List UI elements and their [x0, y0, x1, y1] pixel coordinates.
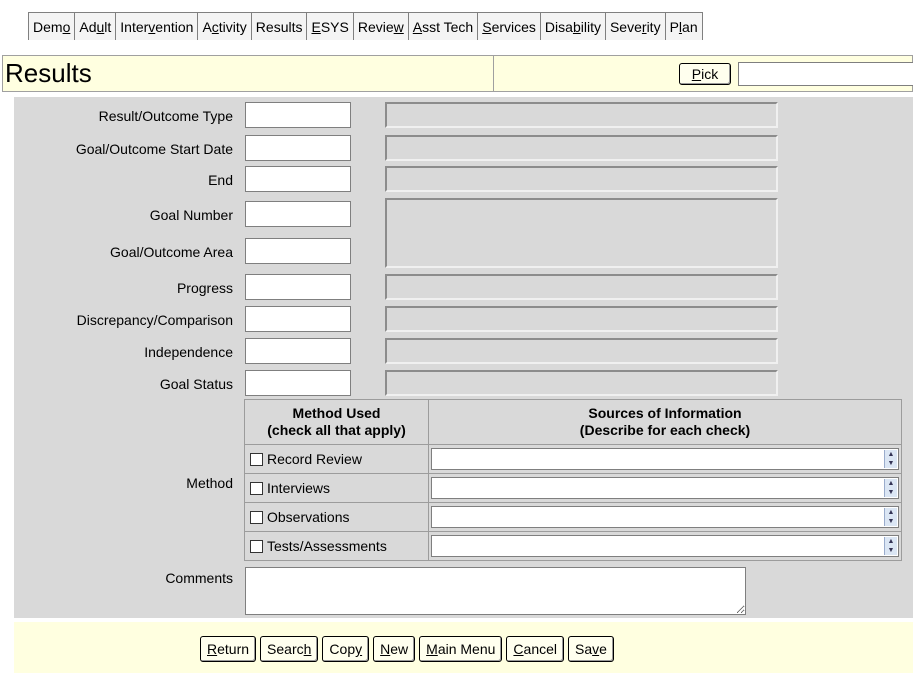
- goal-status-field[interactable]: [245, 370, 351, 396]
- footer-button-group: Return Search Copy New Main Menu Cancel …: [200, 636, 614, 662]
- tab-esys[interactable]: ESYS: [306, 12, 353, 40]
- tab-asst-tech[interactable]: Asst Tech: [407, 12, 478, 40]
- goal-area-label: Goal/Outcome Area: [110, 244, 233, 260]
- tests-assessments-source-input[interactable]: ▲ ▼: [431, 535, 899, 557]
- header-bar: Results Pick: [2, 55, 913, 92]
- tab-demo[interactable]: Demo: [28, 12, 75, 40]
- checkbox-box[interactable]: [250, 481, 263, 495]
- observations-source-input[interactable]: ▲ ▼: [431, 506, 899, 528]
- copy-button[interactable]: Copy: [322, 636, 370, 662]
- checkbox-box[interactable]: [250, 539, 263, 553]
- tab-intervention[interactable]: Intervention: [115, 12, 198, 40]
- checkbox-box[interactable]: [250, 452, 263, 466]
- spinner-icon[interactable]: ▲ ▼: [884, 537, 897, 555]
- result-type-label: Result/Outcome Type: [98, 108, 233, 124]
- tab-bar: Demo Adult Intervention Activity Results…: [28, 12, 703, 40]
- main-menu-button[interactable]: Main Menu: [419, 636, 503, 662]
- header-divider: [493, 56, 494, 91]
- progress-field[interactable]: [245, 274, 351, 300]
- discrepancy-field[interactable]: [245, 306, 351, 332]
- start-date-label: Goal/Outcome Start Date: [75, 141, 233, 157]
- start-date-field[interactable]: [245, 135, 351, 161]
- goal-number-label: Goal Number: [149, 207, 233, 223]
- tests-assessments-checkbox[interactable]: Tests/Assessments: [245, 538, 428, 554]
- end-field[interactable]: [245, 166, 351, 192]
- start-date-description: [385, 135, 778, 161]
- record-review-checkbox[interactable]: Record Review: [245, 451, 428, 467]
- table-row: Tests/Assessments ▲ ▼: [244, 531, 902, 561]
- end-description: [385, 166, 778, 192]
- goal-area-description: [385, 198, 778, 268]
- tab-activity[interactable]: Activity: [197, 12, 251, 40]
- goal-number-field[interactable]: [245, 201, 351, 227]
- table-row: Observations ▲ ▼: [244, 502, 902, 532]
- spinner-icon[interactable]: ▲ ▼: [884, 479, 897, 497]
- result-type-description: [385, 102, 778, 128]
- goal-area-field[interactable]: [245, 238, 351, 264]
- independence-label: Independence: [144, 344, 233, 360]
- pick-button[interactable]: Pick: [679, 63, 731, 85]
- spinner-icon[interactable]: ▲ ▼: [884, 508, 897, 526]
- goal-status-description: [385, 370, 778, 396]
- observations-checkbox[interactable]: Observations: [245, 509, 428, 525]
- independence-field[interactable]: [245, 338, 351, 364]
- method-label: Method: [186, 475, 233, 491]
- result-type-field[interactable]: [245, 102, 351, 128]
- independence-description: [385, 338, 778, 364]
- tab-results[interactable]: Results: [250, 12, 307, 40]
- end-label: End: [208, 172, 233, 188]
- progress-description: [385, 274, 778, 300]
- table-row: Record Review ▲ ▼: [244, 444, 902, 474]
- method-used-header: Method Used (check all that apply): [244, 399, 429, 445]
- discrepancy-description: [385, 306, 778, 332]
- discrepancy-label: Discrepancy/Comparison: [76, 312, 233, 328]
- return-button[interactable]: Return: [200, 636, 257, 662]
- goal-status-label: Goal Status: [159, 376, 233, 392]
- comments-label: Comments: [165, 570, 233, 586]
- tab-services[interactable]: Services: [477, 12, 540, 40]
- footer-bar: Return Search Copy New Main Menu Cancel …: [14, 622, 913, 673]
- tab-adult[interactable]: Adult: [74, 12, 116, 40]
- pick-input[interactable]: [738, 62, 913, 86]
- results-form: Result/Outcome Type Goal/Outcome Start D…: [14, 97, 913, 618]
- cancel-button[interactable]: Cancel: [506, 636, 564, 662]
- tab-plan[interactable]: Plan: [664, 12, 703, 40]
- sources-header: Sources of Information (Describe for each…: [428, 399, 902, 445]
- new-button[interactable]: New: [373, 636, 416, 662]
- page-title: Results: [5, 58, 92, 88]
- tab-severity[interactable]: Severity: [604, 12, 665, 40]
- checkbox-box[interactable]: [250, 510, 263, 524]
- table-row: Interviews ▲ ▼: [244, 473, 902, 503]
- comments-field[interactable]: [245, 567, 746, 615]
- interviews-source-input[interactable]: ▲ ▼: [431, 477, 899, 499]
- search-button[interactable]: Search: [260, 636, 319, 662]
- tab-disability[interactable]: Disability: [539, 12, 605, 40]
- method-table: Method Used (check all that apply) Source…: [244, 399, 902, 561]
- save-button[interactable]: Save: [568, 636, 614, 662]
- progress-label: Progress: [176, 280, 233, 296]
- tab-review[interactable]: Review: [352, 12, 408, 40]
- spinner-icon[interactable]: ▲ ▼: [884, 450, 897, 468]
- record-review-source-input[interactable]: ▲ ▼: [431, 448, 899, 470]
- interviews-checkbox[interactable]: Interviews: [245, 480, 428, 496]
